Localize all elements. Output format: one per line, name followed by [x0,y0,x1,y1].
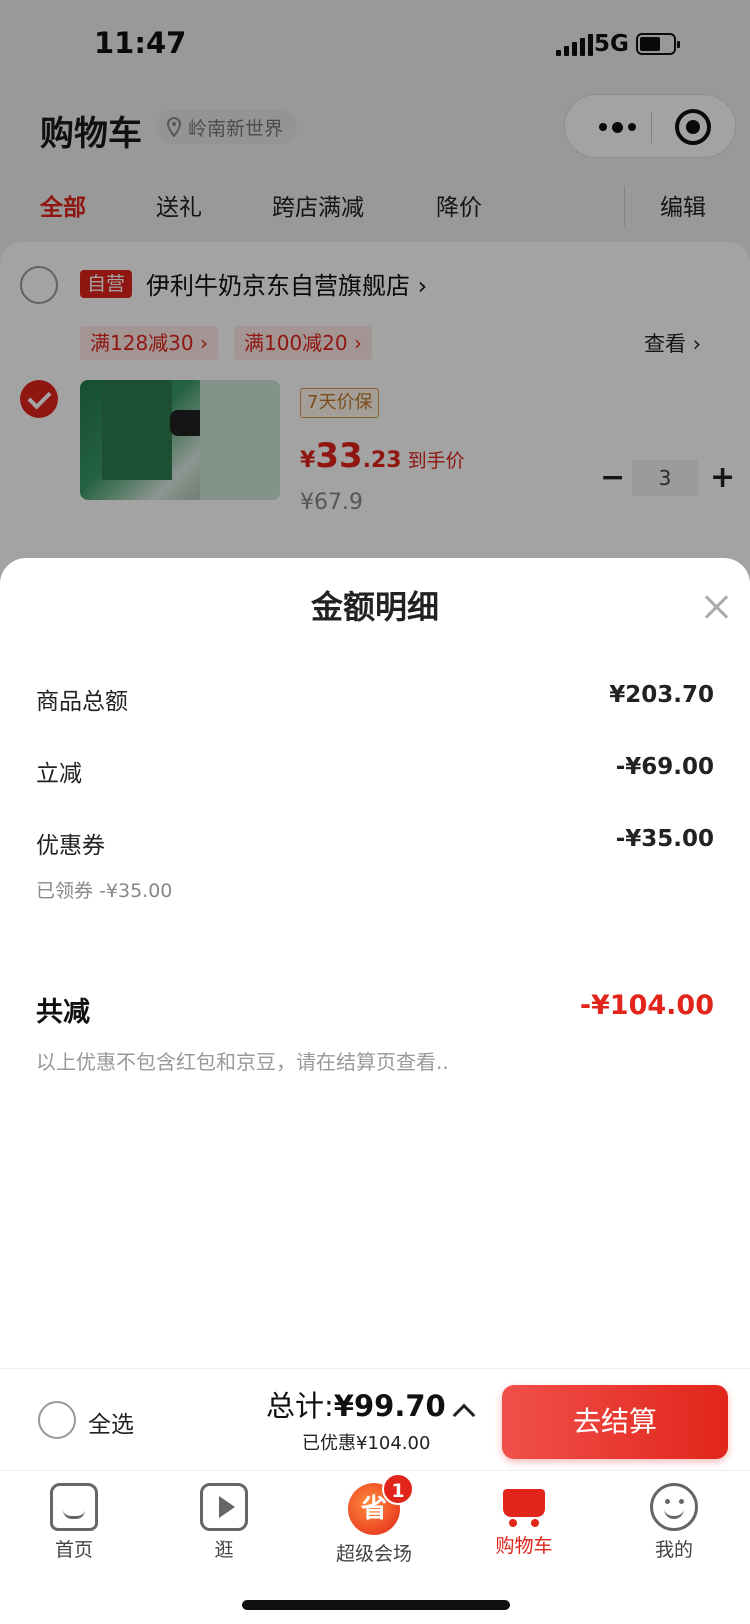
super-venue-icon: 省1 [348,1473,414,1535]
home-indicator [242,1600,510,1610]
total-discount-value: -¥104.00 [579,990,714,1021]
tab-browse[interactable]: 逛 [164,1483,284,1562]
close-icon[interactable] [702,592,732,622]
tab-profile[interactable]: 我的 [614,1483,734,1562]
cart-icon [499,1483,549,1527]
sheet-title: 金额明细 [310,588,439,626]
home-icon [50,1483,98,1531]
subtotal-label: 商品总额 [36,689,128,715]
coupon-note: 已领券 -¥35.00 [36,880,173,902]
saved-amount: 已优惠¥104.00 [302,1433,431,1454]
coupon-value: -¥35.00 [615,826,714,852]
chevron-up-icon[interactable] [452,1403,476,1427]
profile-icon [650,1483,698,1531]
discount-disclaimer: 以上优惠不包含红包和京豆，请在结算页查看.. [36,1050,449,1074]
total-amount: 总计:¥99.70 [266,1389,446,1423]
select-all-radio[interactable] [38,1401,76,1439]
tab-cart[interactable]: 购物车 [464,1483,584,1558]
notification-badge: 1 [382,1473,414,1505]
instant-discount-label: 立减 [36,761,82,787]
video-icon [200,1483,248,1531]
checkout-button[interactable]: 去结算 [502,1385,728,1459]
select-all-label[interactable]: 全选 [88,1405,134,1439]
subtotal-value: ¥203.70 [609,682,714,708]
tab-super-venue[interactable]: 省1 超级会场 [314,1473,434,1566]
total-discount-label: 共减 [36,997,90,1028]
checkout-bar: 全选 总计:¥99.70 已优惠¥104.00 去结算 [0,1368,750,1468]
instant-discount-value: -¥69.00 [615,754,714,780]
tab-home[interactable]: 首页 [14,1483,134,1562]
coupon-label: 优惠券 [36,833,105,859]
